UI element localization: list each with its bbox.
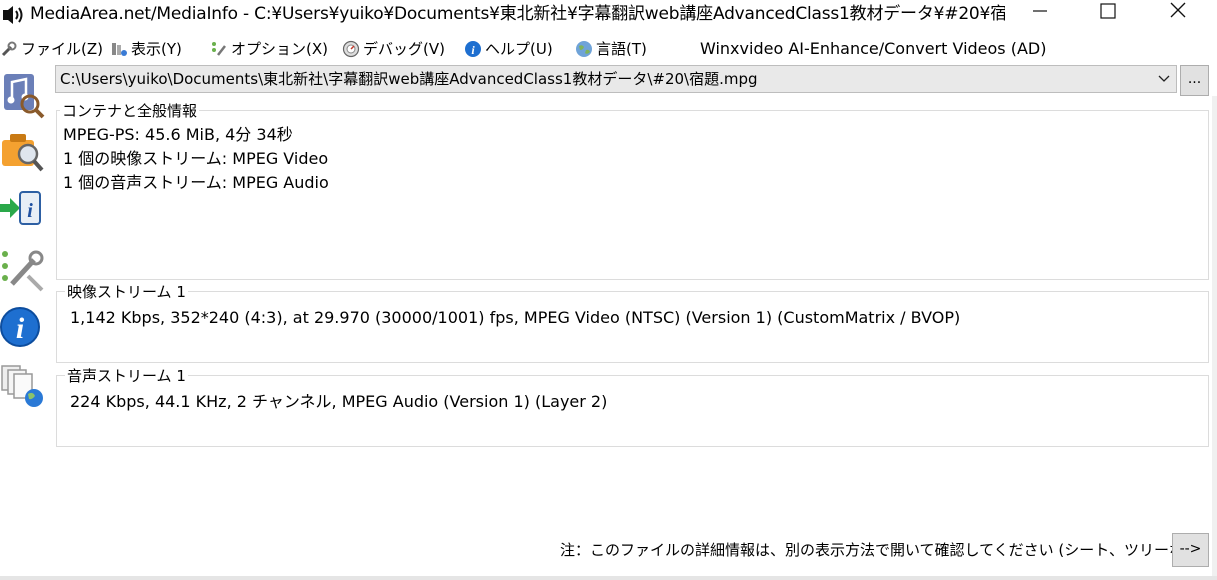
next-view-button[interactable]: --> (1172, 533, 1209, 567)
audio-stream-title: 音声ストリーム 1 (65, 367, 188, 385)
audio-stream-section: 音声ストリーム 1 224 Kbps, 44.1 KHz, 2 チャンネル, M… (56, 367, 1209, 447)
menu-debug-label: デバッグ(V) (363, 40, 445, 58)
options-icon (212, 42, 226, 56)
chevron-down-icon[interactable] (1158, 73, 1170, 85)
menu-help-label: ヘルプ(U) (485, 40, 553, 58)
sheet-view-icon[interactable] (0, 126, 46, 176)
file-path-value: C:\Users\yuiko\Documents\東北新社\字幕翻訳web講座A… (60, 70, 758, 88)
browse-button[interactable]: ... (1180, 65, 1209, 96)
title-bar: MediaArea.net/MediaInfo - C:¥Users¥yuiko… (0, 0, 1217, 34)
about-info-icon[interactable]: i (0, 302, 46, 352)
file-path-dropdown[interactable]: C:\Users\yuiko\Documents\東北新社\字幕翻訳web講座A… (55, 65, 1177, 93)
menu-options[interactable]: オプション(X) (210, 37, 328, 61)
help-icon: i (465, 41, 481, 57)
general-line-format: MPEG-PS: 45.6 MiB, 4分 34秒 (63, 125, 293, 144)
general-section-title: コンテナと全般情報 (60, 102, 200, 120)
minimize-icon[interactable] (1017, 0, 1063, 26)
file-tools-icon (1, 41, 17, 57)
close-icon[interactable] (1155, 0, 1201, 26)
menu-file[interactable]: ファイル(Z) (0, 37, 103, 61)
menu-winxvideo-ad[interactable]: Winxvideo AI-Enhance/Convert Videos (AD) (700, 37, 1046, 61)
info-arrow-icon[interactable]: i (0, 184, 46, 234)
general-line-audio-count: 1 個の音声ストリーム: MPEG Audio (63, 173, 329, 192)
globe-icon (576, 41, 592, 57)
window-right-edge (1212, 96, 1217, 580)
menu-options-label: オプション(X) (231, 40, 328, 58)
menu-file-label: ファイル(Z) (21, 40, 103, 58)
web-documents-icon[interactable] (0, 360, 46, 410)
menu-debug[interactable]: デバッグ(V) (342, 37, 445, 61)
view-sidebar: i i (0, 64, 50, 580)
mediainfo-app-icon (3, 6, 23, 24)
svg-text:i: i (16, 312, 25, 345)
debug-icon (342, 40, 360, 58)
detail-view-note: 注：このファイルの詳細情報は、別の表示方法で開いて確認してください (シート、ツ… (560, 541, 1205, 559)
maximize-icon[interactable] (1085, 0, 1131, 26)
menu-bar: ファイル(Z) 表示(Y) オプション(X) デバッグ(V) i ヘルプ(U) (0, 35, 1217, 63)
video-stream-title: 映像ストリーム 1 (65, 283, 188, 301)
menu-language[interactable]: 言語(T) (575, 37, 647, 61)
video-stream-details: 1,142 Kbps, 352*240 (4:3), at 29.970 (30… (70, 308, 961, 327)
window-title: MediaArea.net/MediaInfo - C:¥Users¥yuiko… (30, 4, 1005, 24)
general-line-video-count: 1 個の映像ストリーム: MPEG Video (63, 149, 329, 168)
menu-view-label: 表示(Y) (131, 40, 182, 58)
general-section: コンテナと全般情報 MPEG-PS: 45.6 MiB, 4分 34秒 1 個の… (56, 102, 1209, 280)
video-stream-section: 映像ストリーム 1 1,142 Kbps, 352*240 (4:3), at … (56, 283, 1209, 363)
menu-language-label: 言語(T) (596, 40, 647, 58)
tools-icon[interactable] (0, 246, 46, 296)
audio-stream-details: 224 Kbps, 44.1 KHz, 2 チャンネル, MPEG Audio … (70, 392, 608, 411)
menu-help[interactable]: i ヘルプ(U) (464, 37, 553, 61)
basic-view-icon[interactable] (0, 70, 46, 120)
window-bottom-edge (0, 576, 1217, 580)
view-icon (112, 43, 127, 56)
menu-view[interactable]: 表示(Y) (110, 37, 182, 61)
main-info-area: コンテナと全般情報 MPEG-PS: 45.6 MiB, 4分 34秒 1 個の… (52, 96, 1212, 576)
svg-text:i: i (27, 200, 33, 222)
